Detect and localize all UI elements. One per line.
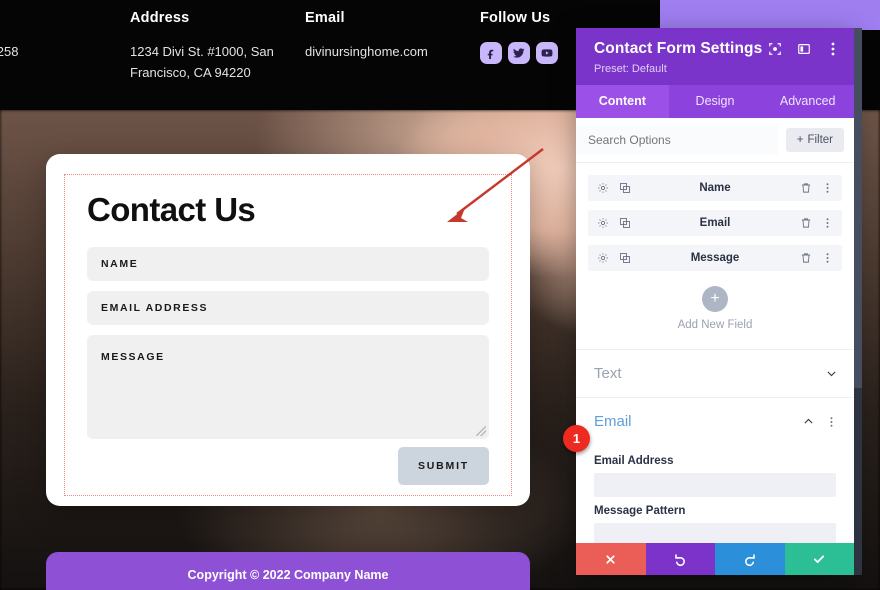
- vertical-dots-icon[interactable]: [821, 252, 834, 265]
- save-button[interactable]: [784, 543, 854, 575]
- address-line-2: Francisco, CA 94220: [130, 65, 251, 80]
- section-text-title: Text: [594, 365, 622, 382]
- panel-preset-selector[interactable]: Preset: Default: [594, 63, 838, 75]
- submit-row: SUBMIT: [77, 447, 499, 485]
- filter-button[interactable]: + Filter: [785, 128, 844, 152]
- submit-button[interactable]: SUBMIT: [397, 447, 489, 485]
- form-field-name-label: NAME: [101, 258, 139, 270]
- panel-header: Contact Form Settings Preset: Default: [576, 28, 854, 85]
- info-column-address: Address 1234 Divi St. #1000, San Francis…: [130, 10, 274, 83]
- panel-header-icons: [767, 41, 840, 56]
- twitter-icon[interactable]: [508, 42, 530, 64]
- section-email-title: Email: [594, 413, 632, 430]
- contact-form-card: Contact Us NAME EMAIL ADDRESS MESSAGE SU…: [46, 154, 530, 506]
- panel-search-bar: + Filter: [576, 118, 854, 163]
- form-field-email[interactable]: EMAIL ADDRESS: [87, 291, 489, 325]
- textarea-resize-handle[interactable]: [476, 426, 486, 436]
- gear-icon[interactable]: [596, 217, 609, 230]
- vertical-dots-icon[interactable]: [825, 415, 838, 428]
- trash-icon[interactable]: [799, 217, 812, 230]
- field-row-name: Email: [699, 217, 731, 229]
- gear-icon[interactable]: [596, 252, 609, 265]
- row-left-icons: [596, 182, 631, 195]
- message-pattern-label: Message Pattern: [594, 505, 686, 517]
- table-row[interactable]: Message: [588, 245, 842, 271]
- form-fields-list: Name Email Message + Add New Field: [576, 163, 854, 349]
- site-info-bar: 2-6258 Address 1234 Divi St. #1000, San …: [0, 0, 660, 110]
- form-field-message-label: MESSAGE: [101, 351, 165, 363]
- step-badge-1: 1: [563, 425, 590, 452]
- form-field-email-label: EMAIL ADDRESS: [101, 302, 209, 314]
- row-right-icons: [799, 182, 834, 195]
- purple-top-strip: [660, 0, 880, 30]
- vertical-dots-icon[interactable]: [821, 217, 834, 230]
- chevron-up-icon[interactable]: [802, 415, 815, 428]
- add-new-field-label: Add New Field: [677, 319, 753, 331]
- copyright-text: Copyright © 2022 Company Name: [187, 568, 389, 582]
- field-row-name: Name: [699, 182, 731, 194]
- panel-tabs: Content Design Advanced: [576, 85, 854, 118]
- page-title: Contact Us: [87, 191, 256, 228]
- site-footer-bar: Copyright © 2022 Company Name: [46, 552, 530, 590]
- trash-icon[interactable]: [799, 182, 812, 195]
- plus-icon: +: [796, 134, 804, 146]
- panel-scrollbar-thumb[interactable]: [854, 28, 862, 388]
- vertical-dots-icon[interactable]: [825, 41, 840, 56]
- table-row[interactable]: Name: [588, 175, 842, 201]
- panel-action-bar: [576, 543, 854, 575]
- search-input[interactable]: [576, 125, 778, 155]
- redo-button[interactable]: [715, 543, 785, 575]
- duplicate-icon[interactable]: [618, 182, 631, 195]
- undo-button[interactable]: [645, 543, 715, 575]
- duplicate-icon[interactable]: [618, 217, 631, 230]
- form-field-message[interactable]: MESSAGE: [87, 335, 489, 439]
- panel-body: Name Email Message + Add New Field Text …: [576, 163, 854, 543]
- section-text-icons: [825, 367, 838, 380]
- row-right-icons: [799, 252, 834, 265]
- email-heading: Email: [305, 10, 345, 26]
- row-left-icons: [596, 217, 631, 230]
- row-right-icons: [799, 217, 834, 230]
- phone-number: 2-6258: [0, 44, 19, 59]
- youtube-icon[interactable]: [536, 42, 558, 64]
- add-new-field-block[interactable]: + Add New Field: [588, 280, 842, 345]
- chevron-down-icon[interactable]: [825, 367, 838, 380]
- field-row-name: Message: [690, 252, 740, 264]
- address-heading: Address: [130, 10, 190, 26]
- section-email-icons: [802, 415, 838, 428]
- address-line-1: 1234 Divi St. #1000, San: [130, 44, 274, 59]
- tab-advanced[interactable]: Advanced: [761, 85, 854, 118]
- social-links: [480, 42, 558, 64]
- filter-button-label: Filter: [807, 134, 833, 146]
- follow-us-heading: Follow Us: [480, 10, 551, 26]
- email-address-field[interactable]: [594, 473, 836, 497]
- table-row[interactable]: Email: [588, 210, 842, 236]
- contact-form-settings-panel: Contact Form Settings Preset: Default Co…: [576, 28, 854, 575]
- focus-target-icon[interactable]: [767, 41, 782, 56]
- contact-form-module-outline: Contact Us NAME EMAIL ADDRESS MESSAGE SU…: [64, 174, 512, 496]
- info-column-follow: Follow Us: [480, 10, 558, 64]
- message-pattern-field[interactable]: [594, 523, 836, 543]
- cancel-button[interactable]: [576, 543, 646, 575]
- form-field-name[interactable]: NAME: [87, 247, 489, 281]
- screen-root: 2-6258 Address 1234 Divi St. #1000, San …: [0, 0, 880, 590]
- tab-content[interactable]: Content: [576, 85, 669, 118]
- plus-icon[interactable]: +: [702, 286, 728, 312]
- duplicate-icon[interactable]: [618, 252, 631, 265]
- panel-layout-icon[interactable]: [796, 41, 811, 56]
- trash-icon[interactable]: [799, 252, 812, 265]
- tab-design[interactable]: Design: [669, 85, 762, 118]
- email-section-content: Email Address Message Pattern: [576, 445, 854, 543]
- info-column-phone: 2-6258: [0, 41, 18, 62]
- section-text[interactable]: Text: [576, 349, 854, 397]
- info-column-email: Email divinursinghome.com: [305, 10, 428, 62]
- gear-icon[interactable]: [596, 182, 609, 195]
- row-left-icons: [596, 252, 631, 265]
- facebook-icon[interactable]: [480, 42, 502, 64]
- email-value[interactable]: divinursinghome.com: [305, 41, 428, 62]
- vertical-dots-icon[interactable]: [821, 182, 834, 195]
- section-email[interactable]: Email: [576, 397, 854, 445]
- email-address-label: Email Address: [594, 455, 674, 467]
